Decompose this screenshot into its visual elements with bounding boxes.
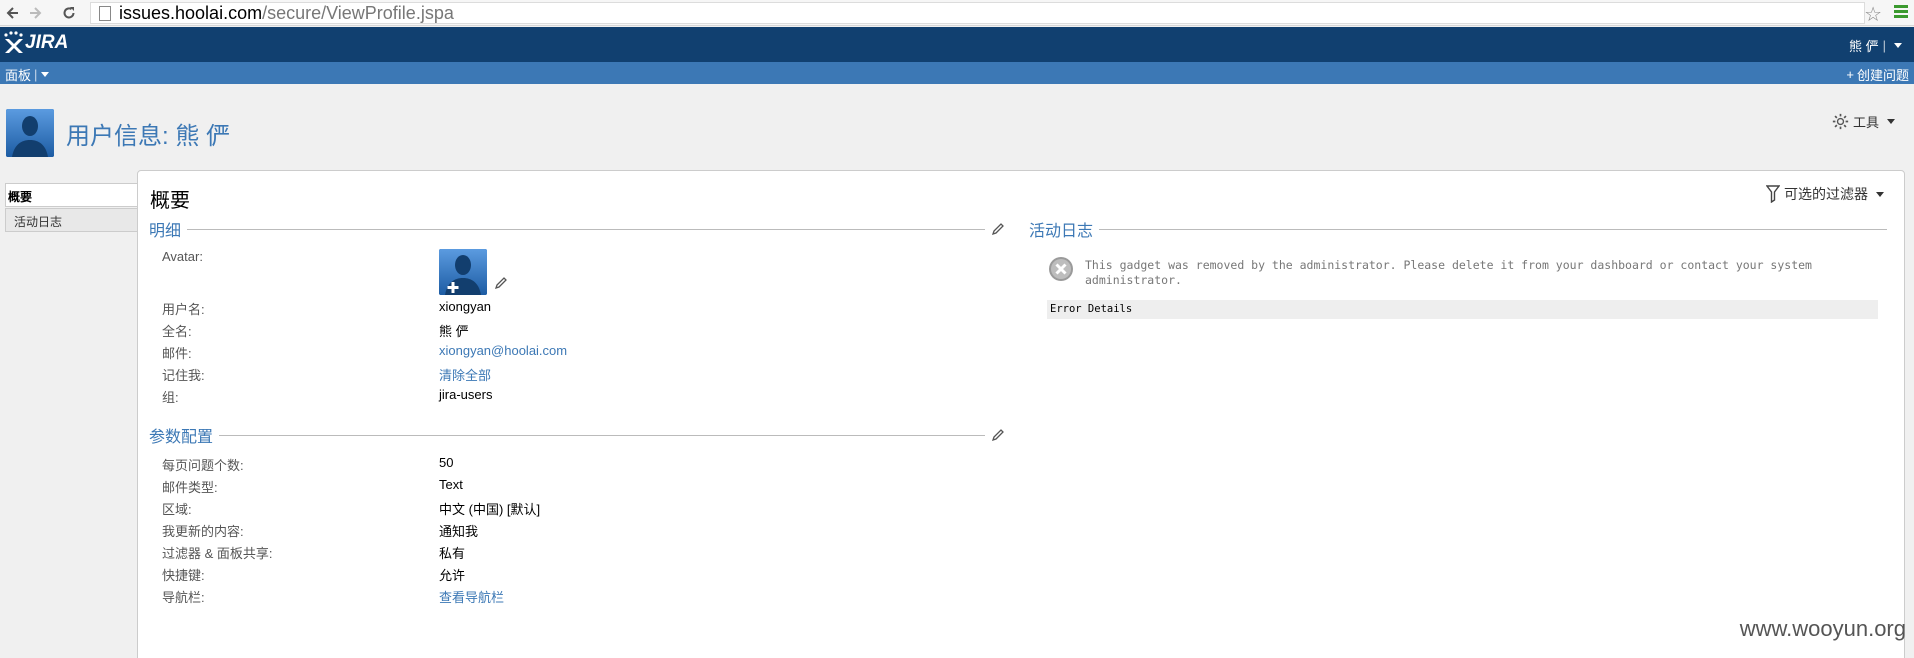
error-details-toggle[interactable]: Error Details: [1047, 300, 1878, 319]
divider: [1099, 228, 1887, 230]
preferences-section-header: 参数配置: [149, 425, 1005, 446]
page-title: 用户信息: 熊 俨: [66, 123, 231, 150]
groups-label: 组:: [162, 390, 179, 405]
username-value: xiongyan: [439, 299, 492, 314]
activity-section-header: 活动日志: [1029, 219, 1887, 240]
create-issue-button[interactable]: + 创建问题: [1846, 65, 1909, 84]
shortcuts-value: 允许: [439, 568, 466, 583]
fullname-value: 熊 俨: [439, 324, 469, 339]
user-menu[interactable]: 熊 俨 |: [1849, 36, 1902, 55]
page-size-label: 每页问题个数:: [162, 458, 244, 473]
avatar: [6, 109, 54, 157]
my-changes-value: 通知我: [439, 524, 479, 539]
profile-avatar[interactable]: [439, 249, 487, 295]
edit-avatar-pencil-icon[interactable]: [494, 276, 508, 290]
edit-pencil-icon[interactable]: [991, 428, 1005, 442]
locale-value: 中文 (中国) [默认]: [439, 502, 541, 517]
user-silhouette-icon: [439, 249, 487, 295]
filters-menu[interactable]: 可选的过滤器: [1766, 184, 1884, 204]
sharing-label: 过滤器 & 面板共享:: [162, 546, 273, 561]
summary-title: 概要: [150, 190, 190, 212]
tab-summary[interactable]: 概要: [5, 183, 138, 207]
sharing-value: 私有: [439, 546, 466, 561]
address-bar[interactable]: issues.hoolai.com/secure/ViewProfile.jsp…: [90, 2, 1865, 24]
page-icon: [99, 5, 111, 21]
divider: [187, 228, 985, 230]
dashboards-link[interactable]: 面板: [5, 65, 31, 84]
email-type-label: 邮件类型:: [162, 480, 218, 495]
username-label: 用户名:: [162, 302, 205, 317]
create-issue-label: 创建问题: [1856, 68, 1909, 83]
jira-header: JIRA 熊 俨 |: [0, 27, 1914, 62]
view-navigator-link[interactable]: 查看导航栏: [439, 587, 504, 606]
error-x-icon: [1049, 257, 1073, 281]
browser-menu-icon[interactable]: [1894, 5, 1908, 21]
watermark: www.wooyun.org: [1739, 616, 1906, 641]
user-name: 熊 俨: [1848, 39, 1879, 54]
chevron-down-icon: [1894, 43, 1902, 48]
activity-heading: 活动日志: [1029, 223, 1094, 240]
bookmark-star-icon[interactable]: ☆: [1864, 2, 1882, 27]
separator: |: [34, 67, 38, 82]
dashboards-menu[interactable]: 面板 |: [5, 65, 50, 84]
chevron-down-icon: [1876, 191, 1884, 197]
page-size-value: 50: [439, 455, 454, 470]
details-heading: 明细: [149, 223, 182, 240]
reload-icon[interactable]: [58, 2, 80, 24]
nav-bar: 面板 | + 创建问题: [0, 62, 1914, 84]
email-link[interactable]: xiongyan@hoolai.com: [439, 343, 567, 358]
browser-toolbar: issues.hoolai.com/secure/ViewProfile.jsp…: [0, 0, 1914, 26]
separator: |: [1882, 38, 1886, 53]
clear-all-link[interactable]: 清除全部: [439, 365, 491, 384]
url-host: issues.hoolai.com: [119, 2, 263, 23]
filters-label: 可选的过滤器: [1784, 186, 1868, 202]
divider: [219, 434, 985, 436]
avatar-label: Avatar:: [162, 249, 203, 264]
groups-value: jira-users: [439, 387, 493, 402]
forward-icon[interactable]: [24, 2, 46, 24]
my-changes-label: 我更新的内容:: [162, 524, 244, 539]
remember-me-label: 记住我:: [162, 368, 205, 383]
main-panel: [137, 170, 1905, 658]
url-path: /secure/ViewProfile.jspa: [262, 2, 454, 23]
back-icon[interactable]: [2, 2, 24, 24]
shortcuts-label: 快捷键:: [162, 568, 205, 583]
edit-pencil-icon[interactable]: [991, 222, 1005, 236]
chevron-down-icon[interactable]: [41, 72, 50, 77]
plus-icon: +: [1846, 67, 1854, 82]
error-message: This gadget was removed by the administr…: [1085, 258, 1812, 287]
jira-logo-text: JIRA: [25, 32, 69, 53]
chevron-down-icon: [1887, 119, 1895, 124]
details-section-header: 明细: [149, 219, 1005, 240]
tools-label: 工具: [1852, 115, 1879, 130]
tab-activity[interactable]: 活动日志: [5, 208, 138, 232]
tools-menu[interactable]: 工具: [1832, 112, 1895, 131]
jira-logo-icon: [4, 31, 23, 53]
jira-logo[interactable]: JIRA: [2, 31, 68, 55]
filter-icon: [1766, 185, 1780, 203]
navigator-label: 导航栏:: [162, 590, 205, 605]
locale-label: 区域:: [162, 502, 192, 517]
user-silhouette-icon: [6, 109, 54, 157]
email-label: 邮件:: [162, 346, 192, 361]
gear-icon: [1832, 113, 1849, 130]
fullname-label: 全名:: [162, 324, 192, 339]
preferences-heading: 参数配置: [149, 429, 214, 446]
email-type-value: Text: [439, 477, 463, 492]
